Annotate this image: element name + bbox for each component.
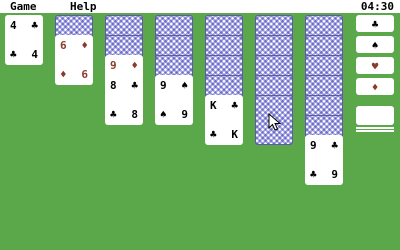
- spade-icon: ♠: [371, 39, 379, 52]
- stock-edge: [356, 130, 394, 132]
- card-rank: K: [231, 128, 238, 141]
- heart-icon: ♥: [371, 60, 379, 73]
- club-icon: ♣: [131, 79, 138, 92]
- club-icon: ♣: [310, 168, 317, 181]
- diamond-icon: ♦: [371, 81, 379, 94]
- menu-help[interactable]: Help: [70, 0, 97, 13]
- foundation-clubs[interactable]: ♣: [356, 15, 394, 32]
- club-icon: ♣: [31, 19, 38, 32]
- tableau-card-6-diamonds[interactable]: 6 ♦ ♦ 6: [55, 35, 93, 85]
- diamond-icon: ♦: [81, 39, 88, 52]
- menu-bar: Game Help 04:30: [0, 0, 400, 13]
- card-rank: 9: [331, 168, 338, 181]
- card-rank: 9: [310, 139, 317, 152]
- card-rank: K: [210, 99, 217, 112]
- menu-game[interactable]: Game: [10, 0, 37, 13]
- club-icon: ♣: [10, 48, 17, 61]
- mouse-pointer-icon: [268, 113, 282, 131]
- foundation-hearts[interactable]: ♥: [356, 57, 394, 74]
- diamond-icon: ♦: [131, 59, 138, 72]
- card-rank: 9: [110, 59, 117, 72]
- card-rank: 4: [10, 19, 17, 32]
- card-rank: 6: [81, 68, 88, 81]
- diamond-icon: ♦: [60, 68, 67, 81]
- club-icon: ♣: [210, 128, 217, 141]
- club-icon: ♣: [231, 99, 238, 112]
- card-rank: 9: [181, 108, 188, 121]
- card-rank: 9: [160, 79, 167, 92]
- tableau-card-k-clubs[interactable]: K ♣ ♣ K: [205, 95, 243, 145]
- card-rank: 8: [131, 108, 138, 121]
- game-clock: 04:30: [360, 0, 394, 13]
- waste-card[interactable]: 4 ♣ ♣ 4: [5, 15, 43, 65]
- spade-icon: ♠: [181, 79, 188, 92]
- spade-icon: ♠: [160, 108, 167, 121]
- foundation-diamonds[interactable]: ♦: [356, 78, 394, 95]
- stock-edge: [356, 127, 394, 129]
- tableau-card-9-spades[interactable]: 9 ♠ ♠ 9: [155, 75, 193, 125]
- foundation-spades[interactable]: ♠: [356, 36, 394, 53]
- club-icon: ♣: [331, 139, 338, 152]
- card-rank: 8: [110, 79, 117, 92]
- tableau-card-9-clubs[interactable]: 9 ♣ ♣ 9: [305, 135, 343, 185]
- card-rank: 4: [31, 48, 38, 61]
- club-icon: ♣: [371, 18, 379, 31]
- card-rank: 6: [60, 39, 67, 52]
- stock-pile[interactable]: [356, 106, 394, 125]
- tableau-card-8-clubs[interactable]: 8 ♣ ♣ 8: [105, 75, 143, 125]
- club-icon: ♣: [110, 108, 117, 121]
